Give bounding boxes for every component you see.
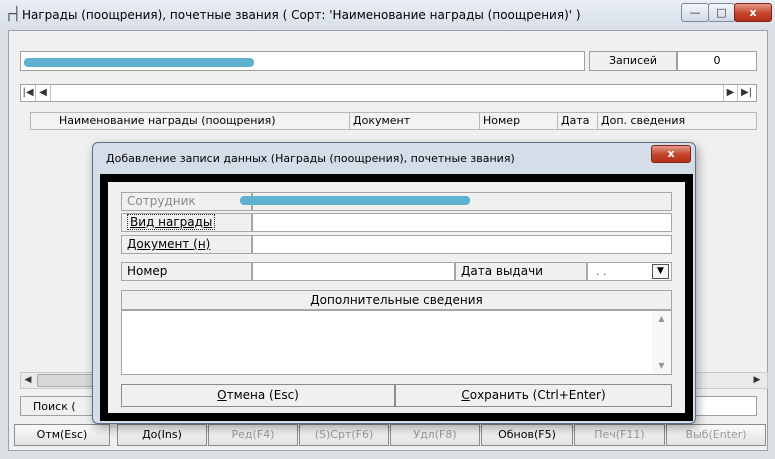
chevron-down-icon[interactable]: ▼ xyxy=(652,264,669,279)
column-header-number[interactable]: Номер xyxy=(480,113,558,129)
document-field[interactable] xyxy=(252,235,672,254)
nav-last-icon[interactable]: ▶| xyxy=(739,85,754,101)
window-title: Награды (поощрения), почетные звания ( С… xyxy=(22,8,581,22)
cancel-esc-button[interactable]: Отм(Esc) xyxy=(14,424,110,446)
dialog-cancel-button[interactable]: Отмена (Esc) xyxy=(121,384,395,407)
records-label: Записей xyxy=(589,51,677,71)
table-icon: ┌┤ xyxy=(5,7,21,22)
save-hotkey: С xyxy=(461,388,470,402)
extra-info-header: Дополнительные сведения xyxy=(121,290,672,310)
add-button[interactable]: До(Ins) xyxy=(117,424,207,446)
issue-date-label: Дата выдачи xyxy=(455,262,587,281)
award-type-field[interactable] xyxy=(252,213,672,232)
award-type-label: Вид награды xyxy=(127,214,216,230)
cancel-label: тмена (Esc) xyxy=(226,388,299,402)
cancel-hotkey: О xyxy=(217,388,227,402)
scroll-thumb[interactable] xyxy=(37,374,97,387)
navigator-bar xyxy=(20,84,757,102)
nav-prev-icon[interactable]: ◀ xyxy=(36,85,51,101)
refresh-button[interactable]: Обнов(F5) xyxy=(481,424,573,446)
dialog-close-button[interactable]: x xyxy=(651,145,691,163)
scroll-down-icon[interactable]: ▼ xyxy=(652,359,671,373)
number-input[interactable] xyxy=(252,262,455,281)
award-type-button[interactable]: Вид награды xyxy=(121,213,252,232)
print-button[interactable]: Печ(F11) xyxy=(574,424,665,446)
search-input[interactable] xyxy=(695,396,757,416)
select-button[interactable]: Выб(Enter) xyxy=(666,424,766,446)
dialog-title: Добавление записи данных (Награды (поощр… xyxy=(106,152,515,165)
nav-first-icon[interactable]: |◀ xyxy=(21,85,36,101)
column-header-extra[interactable]: Доп. сведения xyxy=(598,113,757,129)
number-label: Номер xyxy=(121,262,252,281)
redaction-mark xyxy=(240,196,470,205)
edit-button[interactable]: Ред(F4) xyxy=(208,424,298,446)
nav-next-icon[interactable]: ▶ xyxy=(723,85,738,101)
scroll-up-icon[interactable]: ▲ xyxy=(652,312,671,326)
extra-info-memo[interactable] xyxy=(121,310,672,375)
records-count: 0 xyxy=(677,51,757,71)
column-header-document[interactable]: Документ xyxy=(350,113,480,129)
redaction-mark xyxy=(24,58,254,67)
delete-button[interactable]: Удл(F8) xyxy=(390,424,480,446)
maximize-button[interactable]: □ xyxy=(708,3,735,22)
close-button[interactable]: x xyxy=(734,3,772,22)
minimize-button[interactable]: — xyxy=(681,3,709,22)
scroll-left-icon[interactable]: ◀ xyxy=(20,372,36,389)
document-label[interactable]: Документ (н) xyxy=(121,235,252,254)
scroll-right-icon[interactable]: ▶ xyxy=(748,372,766,389)
column-header-award-name[interactable]: Наименование награды (поощрения) xyxy=(56,113,350,129)
save-label: охранить (Ctrl+Enter) xyxy=(469,388,606,402)
employee-label: Сотрудник xyxy=(121,192,252,211)
dialog-save-button[interactable]: Сохранить (Ctrl+Enter) xyxy=(395,384,672,407)
sort-button[interactable]: (S)Срт(F6) xyxy=(299,424,389,446)
column-header-date[interactable]: Дата xyxy=(558,113,598,129)
